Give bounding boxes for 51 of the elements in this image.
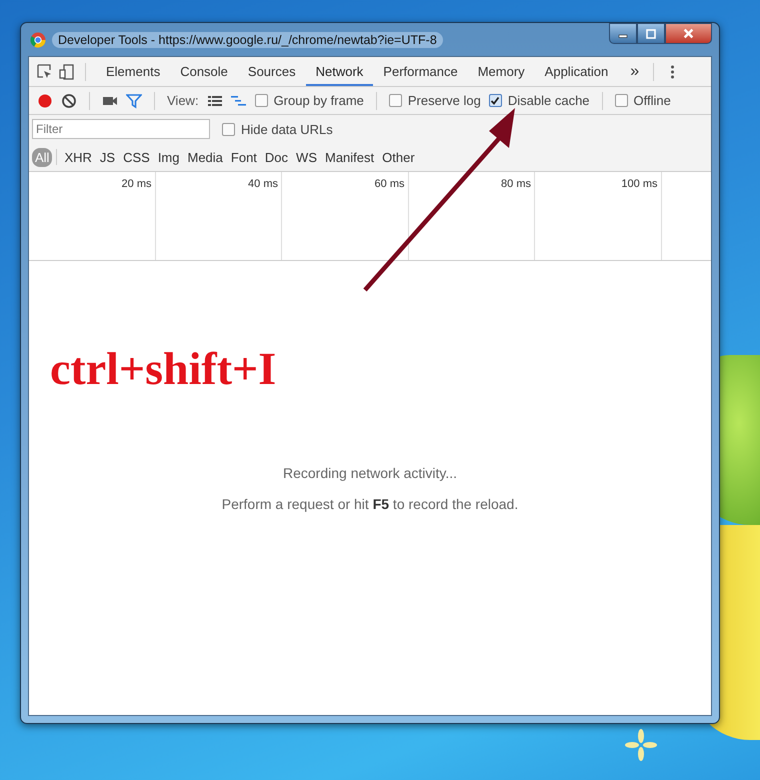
tick-label: 60 ms [374, 177, 406, 190]
filter-icon[interactable] [126, 92, 142, 108]
browser-logo-icon [30, 32, 46, 48]
checkbox-label: Group by frame [274, 93, 364, 108]
inspect-element-icon[interactable] [37, 64, 53, 80]
panel-tab[interactable]: Console [170, 58, 238, 86]
type-filter[interactable]: Media [184, 148, 226, 166]
checkbox[interactable] [614, 94, 628, 107]
checkbox-label: Hide data URLs [241, 122, 333, 136]
type-filter[interactable]: Img [154, 148, 182, 166]
type-filter[interactable]: WS [293, 148, 320, 166]
panel-tab[interactable]: Sources [238, 58, 306, 86]
type-filter[interactable]: JS [96, 148, 118, 166]
maximize-button[interactable] [637, 23, 665, 44]
record-button[interactable] [37, 92, 53, 108]
panel-tab[interactable]: Elements [96, 58, 170, 86]
filter-field[interactable]: Filter [32, 119, 210, 139]
tick-label: 40 ms [248, 177, 279, 190]
type-filter[interactable]: Manifest [322, 148, 378, 166]
device-toolbar-icon[interactable] [59, 64, 75, 80]
window-title: Developer Tools - https://www.google.ru/_/chrome/newtab?ie=UTF-8 [52, 32, 443, 48]
tick-label: 20 ms [122, 177, 152, 190]
tick-label: 80 ms [501, 177, 532, 190]
tick-label: 100 ms [621, 177, 658, 190]
more-tabs-button[interactable]: » [626, 62, 644, 80]
type-filter[interactable]: Doc [262, 148, 292, 166]
checkbox[interactable] [222, 122, 235, 136]
checkbox-label: Disable cache [508, 93, 590, 108]
maximize-icon [646, 28, 656, 38]
close-icon [683, 28, 694, 39]
menu-icon[interactable] [670, 64, 676, 80]
empty-state-title: Recording network activity... [282, 465, 458, 481]
checkbox[interactable] [254, 94, 268, 107]
view-label: View: [167, 93, 199, 108]
type-filter[interactable]: Font [228, 148, 260, 166]
type-filter[interactable]: CSS [120, 148, 153, 166]
checkbox-label: Preserve log [408, 93, 481, 108]
close-button[interactable] [665, 23, 712, 44]
type-filter[interactable]: Other [379, 148, 418, 166]
checkbox-label: Offline [634, 93, 671, 108]
type-filter[interactable]: XHR [61, 148, 95, 166]
empty-state-hint: Perform a request or hit F5 to record the reload. [222, 496, 518, 512]
minimize-button[interactable] [609, 23, 637, 44]
annotation-text: ctrl+shift+I [50, 342, 276, 395]
checkbox[interactable] [488, 94, 502, 107]
panel-tab[interactable]: Application [534, 58, 618, 86]
wallpaper-flower-drawing [624, 728, 658, 762]
checkbox[interactable] [388, 94, 402, 107]
panel-tab[interactable]: Performance [373, 58, 468, 86]
panel-tab[interactable]: Memory [468, 58, 535, 86]
clear-icon[interactable] [61, 92, 77, 108]
